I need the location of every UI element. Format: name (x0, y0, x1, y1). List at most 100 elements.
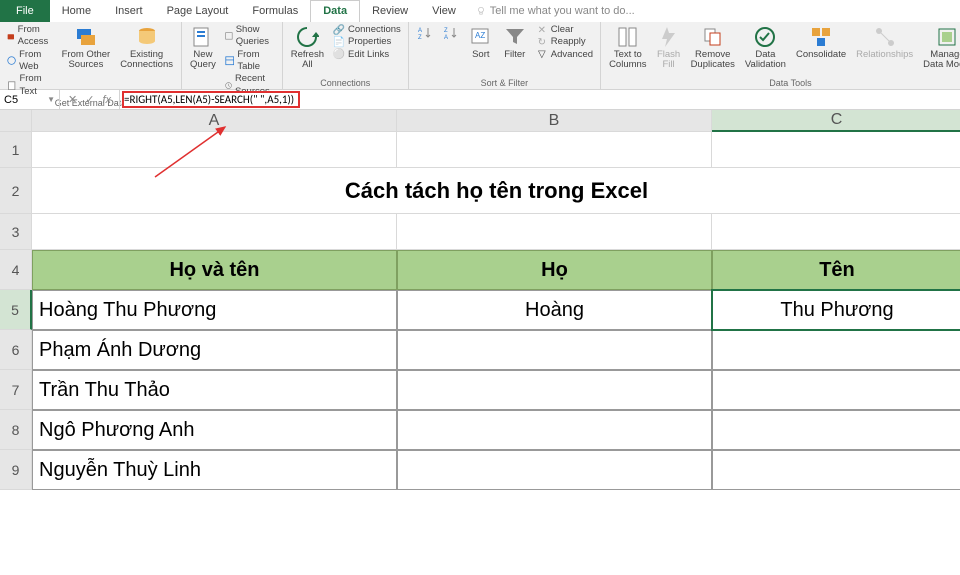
fx-icon[interactable]: fx (102, 94, 111, 106)
existing-conn-icon (135, 25, 159, 49)
row-header[interactable]: 2 (0, 168, 32, 214)
tab-view[interactable]: View (420, 0, 468, 22)
reapply-button: ↻Reapply (535, 36, 594, 48)
sort-icon: AZ (469, 25, 493, 49)
from-table-button[interactable]: From Table (224, 49, 276, 74)
svg-text:A: A (418, 28, 422, 34)
cell[interactable] (32, 214, 397, 250)
consolidate-button[interactable]: Consolidate (794, 24, 848, 61)
row-header[interactable]: 1 (0, 132, 32, 168)
refresh-icon (295, 25, 319, 49)
cell[interactable]: Ngô Phương Anh (32, 410, 397, 450)
dup-icon (701, 25, 725, 49)
consol-icon (809, 25, 833, 49)
fx-controls: ✕ ✓ fx (60, 90, 120, 109)
refresh-all-button[interactable]: Refresh All (289, 24, 326, 71)
col-header-a[interactable]: A (32, 110, 397, 132)
connections-button[interactable]: 🔗Connections (332, 24, 402, 36)
advanced-filter-button[interactable]: ▽Advanced (535, 49, 594, 61)
cell[interactable] (712, 330, 960, 370)
filter-button[interactable]: Filter (501, 24, 529, 61)
cell[interactable] (712, 370, 960, 410)
row-header[interactable]: 3 (0, 214, 32, 250)
menu-bar: File Home Insert Page Layout Formulas Da… (0, 0, 960, 22)
tab-page-layout[interactable]: Page Layout (155, 0, 241, 22)
new-query-button[interactable]: New Query (188, 24, 218, 71)
tab-formulas[interactable]: Formulas (240, 0, 310, 22)
remove-duplicates-button[interactable]: Remove Duplicates (689, 24, 737, 71)
name-box-value: C5 (4, 94, 18, 106)
row-header[interactable]: 8 (0, 410, 32, 450)
sort-asc-button[interactable]: AZ (415, 24, 435, 42)
formula-input[interactable] (124, 93, 956, 106)
data-validation-button[interactable]: Data Validation (743, 24, 788, 71)
name-box[interactable]: C5 ▼ (0, 90, 60, 109)
table-header[interactable]: Họ và tên (32, 250, 397, 290)
from-other-sources-button[interactable]: From Other Sources (60, 24, 113, 71)
group-connections: Refresh All 🔗Connections 📄Properties ⚪Ed… (283, 22, 409, 89)
properties-icon: 📄 (333, 37, 345, 49)
sort-desc-icon: ZA (443, 25, 459, 41)
from-access-button[interactable]: From Access (6, 24, 54, 49)
show-queries-button[interactable]: Show Queries (224, 24, 276, 49)
cell[interactable] (397, 450, 712, 490)
bulb-icon (476, 6, 486, 16)
edit-links-icon: ⚪ (333, 49, 345, 61)
cell[interactable]: Trần Thu Thảo (32, 370, 397, 410)
tab-data[interactable]: Data (310, 0, 360, 22)
table-header[interactable]: Tên (712, 250, 960, 290)
cell[interactable]: Hoàng (397, 290, 712, 330)
row-header[interactable]: 4 (0, 250, 32, 290)
sort-button[interactable]: AZ Sort (467, 24, 495, 61)
enter-icon[interactable]: ✓ (85, 93, 94, 106)
cell[interactable] (397, 132, 712, 168)
cancel-icon[interactable]: ✕ (68, 93, 77, 106)
ttc-icon (616, 25, 640, 49)
cell[interactable]: Phạm Ánh Dương (32, 330, 397, 370)
cell[interactable] (712, 450, 960, 490)
access-icon (7, 30, 15, 42)
manage-data-model-button[interactable]: Manage Data Model (921, 24, 960, 71)
spreadsheet-grid[interactable]: A B C 1 2 Cách tách họ tên trong Excel 3… (0, 110, 960, 490)
tab-review[interactable]: Review (360, 0, 420, 22)
row-header[interactable]: 5 (0, 290, 32, 330)
cell[interactable] (712, 214, 960, 250)
cell[interactable] (32, 132, 397, 168)
cell[interactable] (712, 410, 960, 450)
cell[interactable]: Nguyễn Thuỳ Linh (32, 450, 397, 490)
cell[interactable] (397, 410, 712, 450)
formula-bar: C5 ▼ ✕ ✓ fx (0, 90, 960, 110)
active-cell[interactable]: Thu Phương (712, 290, 960, 330)
cell[interactable] (397, 370, 712, 410)
col-header-c[interactable]: C (712, 110, 960, 132)
text-to-columns-button[interactable]: Text to Columns (607, 24, 649, 71)
cell[interactable] (397, 214, 712, 250)
title-cell[interactable]: Cách tách họ tên trong Excel (32, 168, 960, 214)
model-icon (935, 25, 959, 49)
filter-icon (503, 25, 527, 49)
row-header[interactable]: 7 (0, 370, 32, 410)
row-header[interactable]: 9 (0, 450, 32, 490)
sort-desc-button[interactable]: ZA (441, 24, 461, 42)
web-icon (7, 55, 16, 67)
tab-insert[interactable]: Insert (103, 0, 155, 22)
flash-icon (657, 25, 681, 49)
col-header-b[interactable]: B (397, 110, 712, 132)
group-sort-filter: AZ ZA AZ Sort Filter ✕Clear ↻Reapply ▽Ad… (409, 22, 601, 89)
cell[interactable] (712, 132, 960, 168)
existing-connections-button[interactable]: Existing Connections (118, 24, 175, 71)
cell[interactable]: Hoàng Thu Phương (32, 290, 397, 330)
reapply-icon: ↻ (536, 37, 548, 49)
chevron-down-icon[interactable]: ▼ (47, 95, 55, 104)
queries-icon (225, 30, 233, 42)
from-web-button[interactable]: From Web (6, 49, 54, 74)
svg-text:Z: Z (418, 35, 422, 41)
cell[interactable] (397, 330, 712, 370)
select-all-corner[interactable] (0, 110, 32, 132)
tell-me[interactable]: Tell me what you want to do... (468, 0, 643, 22)
tab-file[interactable]: File (0, 0, 50, 22)
flash-fill-button: Flash Fill (655, 24, 683, 71)
table-header[interactable]: Họ (397, 250, 712, 290)
tab-home[interactable]: Home (50, 0, 103, 22)
row-header[interactable]: 6 (0, 330, 32, 370)
